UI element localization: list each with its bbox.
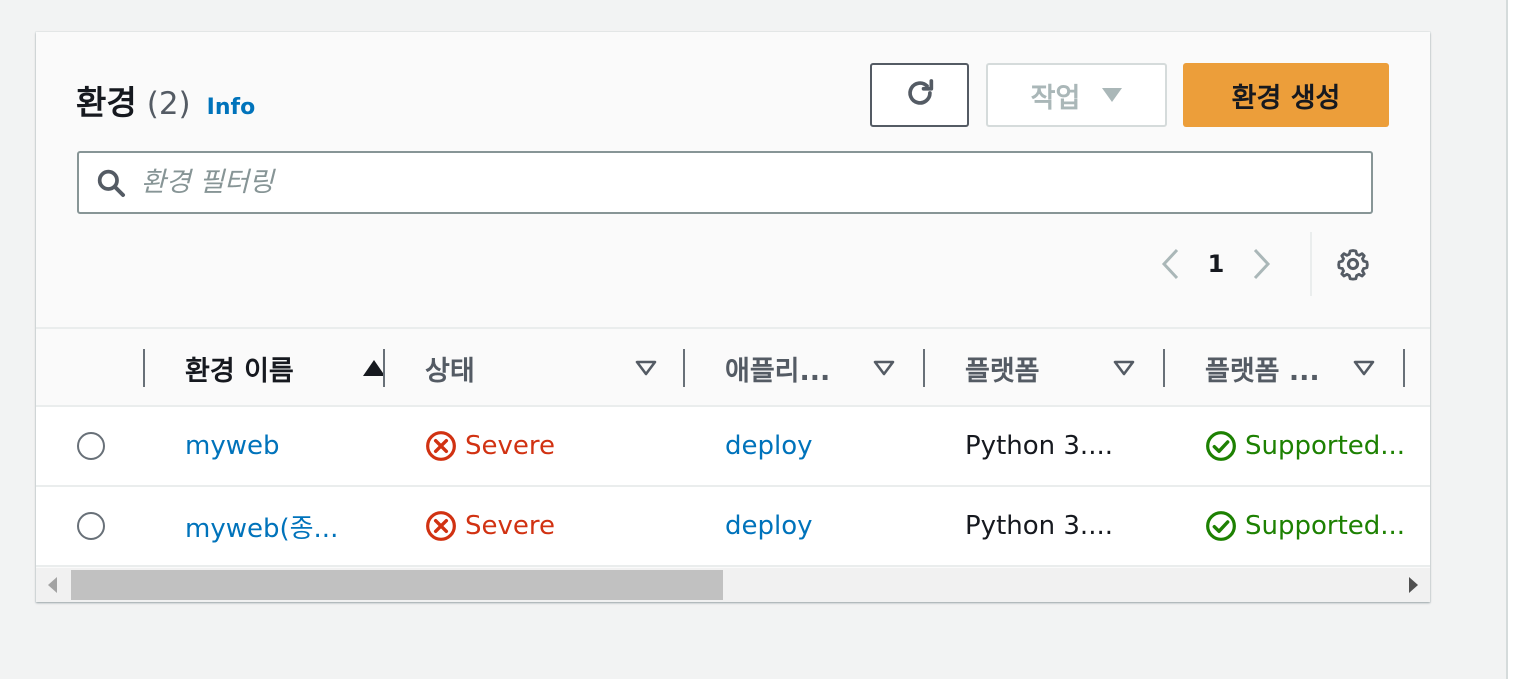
column-header-platform-state[interactable]: 플랫폼 ... [1205,329,1375,407]
scroll-right-arrow-icon[interactable] [1409,577,1418,593]
create-environment-label: 환경 생성 [1231,82,1341,114]
horizontal-scrollbar[interactable] [36,568,1430,602]
column-resize-handle[interactable] [923,349,925,387]
create-environment-button[interactable]: 환경 생성 [1183,63,1389,127]
application-link[interactable]: deploy [725,407,813,485]
filter-input[interactable] [141,167,1371,198]
column-header-application[interactable]: 애플리... [725,329,895,407]
info-link[interactable]: Info [207,95,256,120]
current-page-number[interactable]: 1 [1196,250,1236,278]
severe-status-icon [425,430,457,462]
environment-name-link[interactable]: myweb(종... [185,487,338,565]
actions-dropdown-button[interactable]: 작업 [986,63,1167,127]
panel-title: 환경 [76,83,137,122]
status-text: Severe [465,511,555,541]
column-divider [143,349,145,387]
column-header-label: 환경 이름 [185,355,294,387]
refresh-button[interactable] [870,63,969,127]
column-resize-handle[interactable] [683,349,685,387]
platform-state-cell: Supported... [1205,487,1405,565]
platform-state-text: Supported... [1245,511,1406,541]
application-link[interactable]: deploy [725,487,813,565]
column-resize-handle[interactable] [383,349,385,387]
table-header: 환경 이름 상태 애플리... 플랫폼 플랫폼 ... [36,327,1430,407]
check-circle-icon [1205,510,1237,542]
gear-icon[interactable] [1336,247,1370,281]
column-header-label: 플랫폼 ... [1205,355,1320,387]
actions-label: 작업 [1030,82,1081,114]
row-select-radio[interactable] [77,487,105,565]
table-row[interactable]: myweb(종... Severe deploy Python 3.... Su… [36,487,1430,567]
environments-panel: 환경 (2) Info 작업 환경 생성 1 [36,32,1430,602]
caret-down-icon [1102,88,1123,102]
status-cell: Severe [425,487,555,565]
environment-name-link[interactable]: myweb [185,407,279,485]
previous-page-button[interactable] [1146,247,1196,281]
column-header-status[interactable]: 상태 [425,329,657,407]
refresh-icon [903,76,937,114]
sort-icon [1113,360,1135,376]
search-icon [95,167,127,199]
column-header-label: 상태 [425,355,475,387]
environments-table: 환경 이름 상태 애플리... 플랫폼 플랫폼 ... myweb Severe… [36,327,1430,567]
page-right-edge [1506,0,1517,679]
column-resize-handle[interactable] [1403,349,1405,387]
pagination: 1 [1146,232,1370,296]
scrollbar-thumb[interactable] [71,570,723,600]
check-circle-icon [1205,430,1237,462]
sort-icon [1353,360,1375,376]
next-page-button[interactable] [1236,247,1286,281]
platform-state-cell: Supported... [1205,407,1405,485]
column-resize-handle[interactable] [1163,349,1165,387]
filter-search-box[interactable] [77,151,1373,214]
sort-icon [635,360,657,376]
column-header-label: 애플리... [725,355,831,387]
panel-header: 환경 (2) Info [76,76,255,124]
sort-icon [873,360,895,376]
table-row[interactable]: myweb Severe deploy Python 3.... Support… [36,407,1430,487]
sort-ascending-icon [363,360,385,376]
scroll-left-arrow-icon[interactable] [48,577,57,593]
radio-button[interactable] [77,432,105,460]
pagination-divider [1310,232,1312,296]
environment-count: (2) [146,86,191,122]
row-select-radio[interactable] [77,407,105,485]
radio-button[interactable] [77,512,105,540]
column-header-environment-name[interactable]: 환경 이름 [185,329,385,407]
status-text: Severe [465,431,555,461]
severe-status-icon [425,510,457,542]
platform-cell: Python 3.... [965,511,1113,541]
status-cell: Severe [425,407,555,485]
column-header-label: 플랫폼 [965,355,1040,387]
column-header-platform[interactable]: 플랫폼 [965,329,1135,407]
platform-cell: Python 3.... [965,431,1113,461]
platform-state-text: Supported... [1245,431,1406,461]
